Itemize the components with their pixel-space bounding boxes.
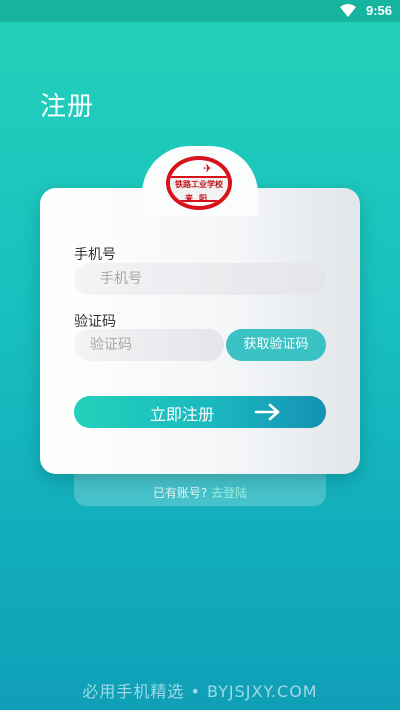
- register-button-label: 立即注册: [150, 405, 215, 424]
- has-account-text: 已有账号?: [152, 486, 208, 500]
- wifi-icon: [340, 4, 356, 17]
- phone-placeholder: 手机号: [100, 271, 142, 287]
- page-title: 注册: [40, 92, 95, 122]
- phone-label: 手机号: [74, 247, 116, 263]
- logo-text-bottom: 来阳: [185, 194, 213, 203]
- go-login-link[interactable]: 去登陆: [211, 486, 247, 500]
- login-prompt: 已有账号? 去登陆: [74, 484, 326, 501]
- get-code-button[interactable]: 获取验证码: [226, 329, 326, 361]
- status-time: 9:56: [365, 3, 392, 18]
- code-input[interactable]: 验证码: [74, 329, 224, 361]
- register-button[interactable]: 立即注册: [74, 396, 326, 428]
- school-logo: ✈ 铁路工业学校 来阳: [166, 156, 232, 210]
- plane-icon: ✈: [203, 162, 213, 175]
- arrow-right-icon: [254, 403, 280, 421]
- status-bar: 9:56: [0, 0, 400, 22]
- phone-input[interactable]: 手机号: [74, 263, 326, 295]
- logo-text-top: 铁路工业学校: [175, 180, 223, 189]
- code-label: 验证码: [74, 314, 116, 330]
- code-placeholder: 验证码: [90, 337, 132, 353]
- watermark: 必用手机精选 • BYJSJXY.COM: [82, 682, 318, 701]
- register-screen: 9:56 注册 已有账号? 去登陆 ✈ 铁路工业学校 来阳 手机号 手机号 验证…: [0, 0, 400, 710]
